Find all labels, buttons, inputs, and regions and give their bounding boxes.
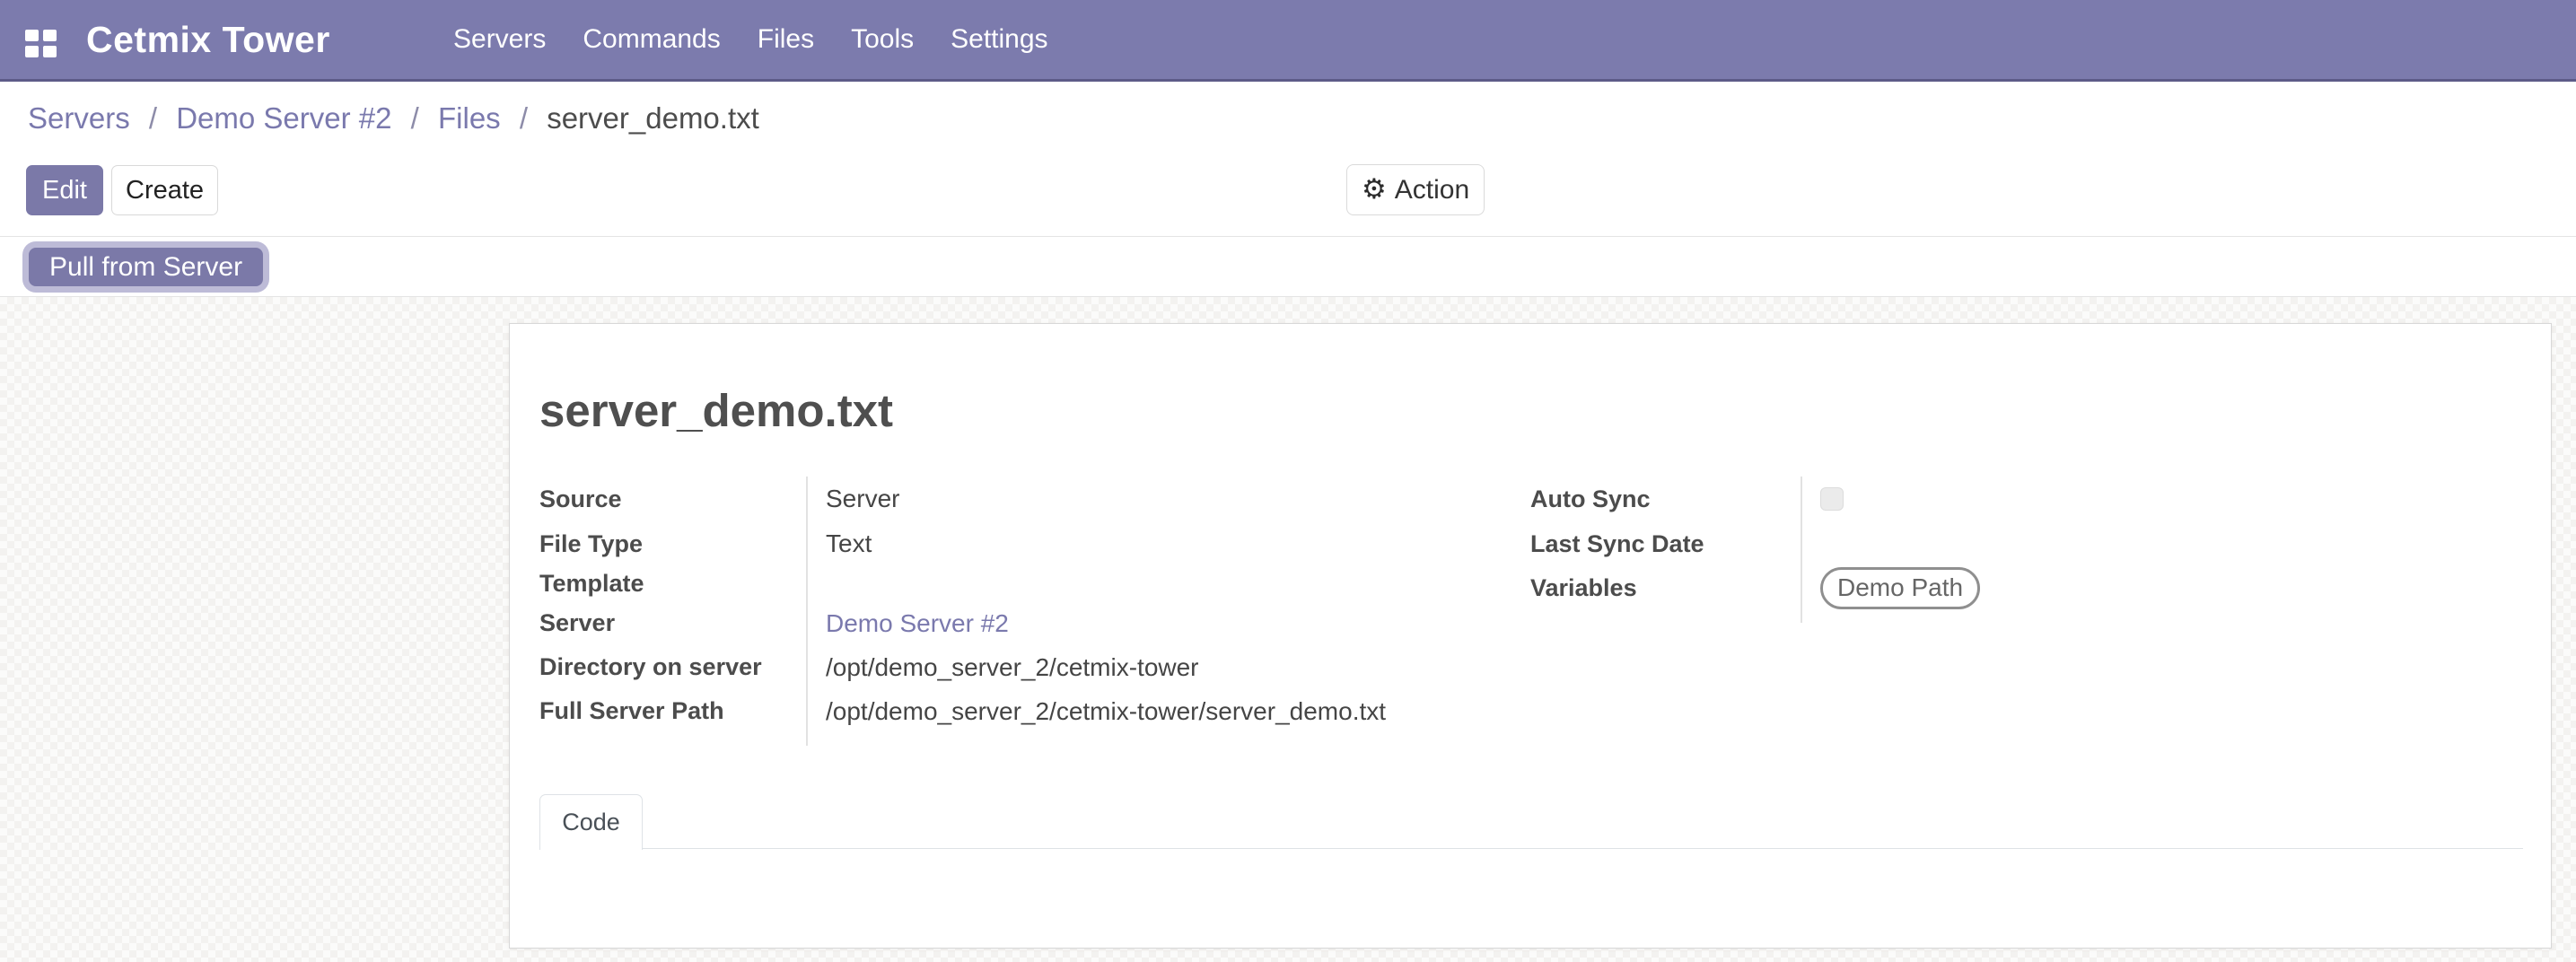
field-label-template: Template: [539, 569, 644, 598]
variable-tag-demo-path: Demo Path: [1820, 567, 1980, 610]
control-panel: Servers / Demo Server #2 / Files / serve…: [0, 82, 2576, 237]
pull-from-server-button[interactable]: Pull from Server: [29, 248, 263, 286]
breadcrumb: Servers / Demo Server #2 / Files / serve…: [28, 101, 759, 136]
content-area: server_demo.txt Source File Type Templat…: [0, 297, 2576, 962]
apps-grid-square: [43, 46, 57, 57]
action-button-label: Action: [1395, 175, 1469, 206]
breadcrumb-separator: /: [411, 101, 419, 135]
breadcrumb-separator: /: [149, 101, 157, 135]
apps-grid-icon[interactable]: [25, 30, 57, 57]
field-label-directory-on-server: Directory on server: [539, 652, 762, 681]
app-window: Cetmix Tower Servers Commands Files Tool…: [0, 0, 2576, 962]
field-value-source: Server: [826, 485, 899, 513]
breadcrumb-link-servers[interactable]: Servers: [28, 101, 130, 135]
button-box: Pull from Server: [0, 237, 2576, 297]
action-button[interactable]: ⚙︎ Action: [1346, 164, 1485, 215]
menu-item-tools[interactable]: Tools: [851, 24, 914, 55]
breadcrumb-link-files[interactable]: Files: [438, 101, 501, 135]
field-label-server: Server: [539, 608, 615, 637]
field-label-last-sync-date: Last Sync Date: [1530, 529, 1704, 558]
field-group-right: Auto Sync Last Sync Date Variables Demo …: [1530, 477, 2168, 623]
breadcrumb-current: server_demo.txt: [547, 101, 759, 135]
menu-item-servers[interactable]: Servers: [453, 24, 546, 55]
field-value-full-server-path: /opt/demo_server_2/cetmix-tower/server_d…: [826, 697, 1386, 726]
record-title: server_demo.txt: [539, 383, 893, 439]
menu-item-commands[interactable]: Commands: [583, 24, 720, 55]
field-value-file-type: Text: [826, 529, 872, 558]
field-value-directory-on-server: /opt/demo_server_2/cetmix-tower: [826, 653, 1199, 682]
field-labels-column: Auto Sync Last Sync Date Variables: [1530, 477, 1801, 623]
field-label-variables: Variables: [1530, 573, 1637, 602]
gear-icon: ⚙︎: [1362, 176, 1387, 204]
top-navbar: Cetmix Tower Servers Commands Files Tool…: [0, 0, 2576, 82]
field-group-left: Source File Type Template Server Directo…: [539, 477, 1500, 746]
edit-button[interactable]: Edit: [26, 165, 103, 215]
app-brand[interactable]: Cetmix Tower: [86, 0, 330, 79]
create-button[interactable]: Create: [111, 165, 218, 215]
field-label-source: Source: [539, 485, 622, 513]
field-label-file-type: File Type: [539, 529, 643, 558]
apps-grid-square: [25, 30, 39, 41]
field-label-auto-sync: Auto Sync: [1530, 485, 1651, 513]
breadcrumb-separator: /: [520, 101, 528, 135]
tab-code-label: Code: [562, 809, 620, 836]
notebook-tabbar: Code: [539, 794, 2523, 849]
field-label-full-server-path: Full Server Path: [539, 696, 724, 725]
field-values-column: Server Text Demo Server #2 /opt/demo_ser…: [806, 477, 1500, 746]
breadcrumb-link-demo-server[interactable]: Demo Server #2: [176, 101, 391, 135]
menu-item-settings[interactable]: Settings: [951, 24, 1047, 55]
auto-sync-checkbox[interactable]: [1820, 487, 1844, 511]
field-value-server-link[interactable]: Demo Server #2: [826, 609, 1009, 638]
apps-grid-square: [43, 30, 57, 41]
tab-code[interactable]: Code: [539, 794, 643, 850]
apps-grid-square: [25, 46, 39, 57]
main-menu: Servers Commands Files Tools Settings: [453, 0, 1048, 79]
form-sheet: server_demo.txt Source File Type Templat…: [509, 323, 2552, 949]
field-values-column: Demo Path: [1801, 477, 2168, 623]
menu-item-files[interactable]: Files: [758, 24, 814, 55]
field-labels-column: Source File Type Template Server Directo…: [539, 477, 806, 746]
